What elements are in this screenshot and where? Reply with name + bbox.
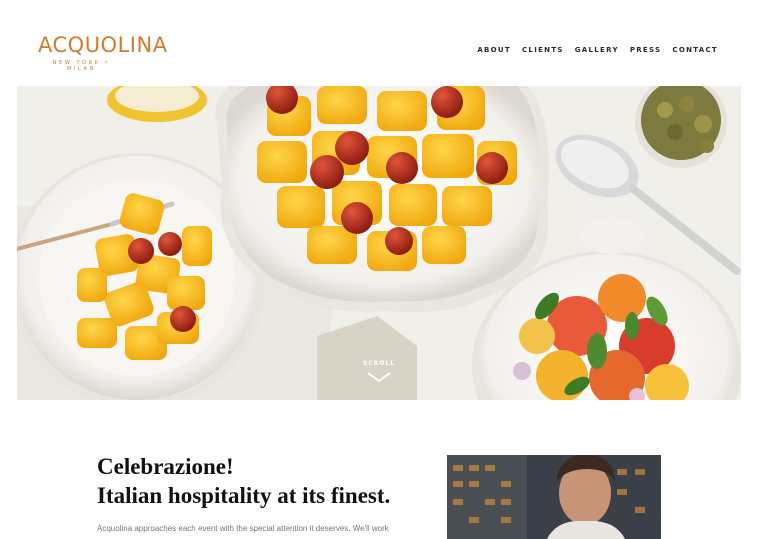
chef-photo-image [447, 455, 661, 539]
brand-tagline: NEW YORK • MILAN [52, 60, 111, 72]
brand-name: ACQUOLINA [38, 33, 168, 57]
intro-section: Celebrazione! Italian hospitality at its… [97, 452, 427, 533]
hero-image: SCROLL [17, 86, 741, 400]
nav-clients[interactable]: CLIENTS [522, 46, 564, 54]
intro-heading: Celebrazione! Italian hospitality at its… [97, 452, 427, 510]
nav-press[interactable]: PRESS [630, 46, 662, 54]
hero-food-photo [17, 86, 741, 400]
scroll-label: SCROLL [362, 360, 396, 367]
intro-body: Acquolina approaches each event with the… [97, 524, 389, 533]
nav-gallery[interactable]: GALLERY [575, 46, 619, 54]
heading-line-1: Celebrazione! [97, 454, 234, 479]
site-header: ACQUOLINA NEW YORK • MILAN ABOUT CLIENTS… [0, 0, 758, 86]
main-nav: ABOUT CLIENTS GALLERY PRESS CONTACT [477, 46, 718, 54]
nav-about[interactable]: ABOUT [477, 46, 511, 54]
scroll-indicator[interactable]: SCROLL [362, 360, 396, 383]
chevron-down-icon [367, 372, 391, 383]
chef-photo [447, 455, 661, 539]
heading-line-2: Italian hospitality at its finest. [97, 483, 391, 508]
brand-logo[interactable]: ACQUOLINA NEW YORK • MILAN [38, 33, 168, 72]
nav-contact[interactable]: CONTACT [672, 46, 718, 54]
